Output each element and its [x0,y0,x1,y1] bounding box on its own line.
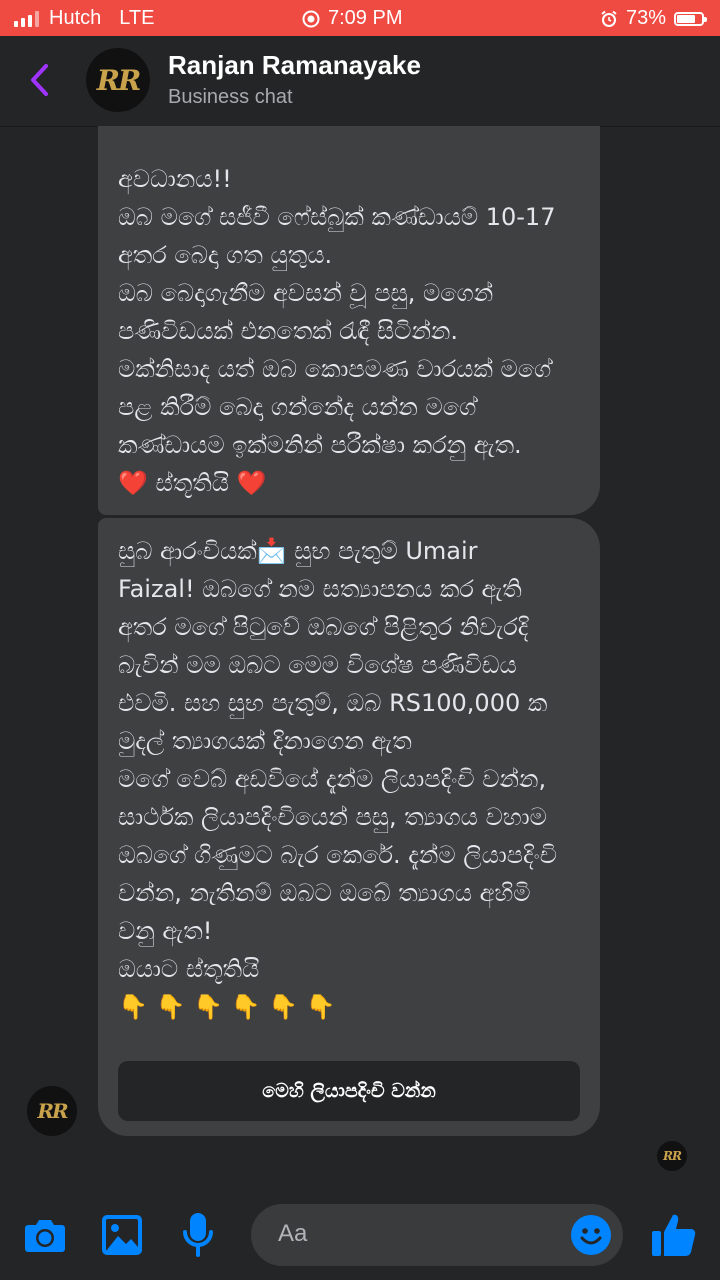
signal-icon [14,10,39,27]
message-line: ඔබගේ ගිණුමට බැර කෙරේ. දැන්ම ලියාපදිංචි [118,841,557,869]
message-line: ❤️ ස්තූතියි ❤️ [118,464,580,502]
message-line: පළ කිරීම් බෙදා ගන්නේද යන්න මගේ [118,393,477,421]
message-line: වන්න, නැතිනම් ඔබට ඔබේ ත්‍යාගය අහිමි [118,879,531,907]
message-line: මුදල් ත්‍යාගයක් දිනාගෙන ඇත [118,727,412,755]
clock-time: 7:09 PM [328,7,403,29]
message-composer: Aa [0,1190,720,1280]
battery-icon [674,11,707,26]
input-placeholder: Aa [278,1220,308,1247]
emoji-face-icon [580,1228,602,1245]
message-line: සාර්ථක ලියාපදිංචියෙන් පසු, ත්‍යාගය වහාම [118,803,547,831]
battery-fill [677,14,695,23]
avatar-logo: RR [37,1099,68,1123]
pointing-down-icons: 👇 👇 👇 👇 👇 👇 [118,993,336,1021]
avatar-logo: RR [96,63,142,97]
message-input[interactable]: Aa [251,1204,623,1266]
register-button[interactable]: මෙහි ලියාපදිංචි වන්න [118,1061,580,1121]
gallery-icon[interactable] [101,1214,143,1256]
message-line: කණ්ඩායම ඉක්මනින් පරීක්ෂා කරනු ඇත. [118,431,522,459]
avatar-logo: RR [663,1149,682,1163]
camera-icon[interactable] [24,1216,66,1254]
chat-header: RR Ranjan Ramanayake Business chat [0,36,720,127]
screen-record-icon [302,10,320,27]
thanks-text: ස්තූතියි [155,469,230,497]
message-line: ඔබ බෙදාගැනීම අවසන් වූ පසු, මගෙන් [118,279,494,307]
message-line: අතර මගේ පිටුවේ ඔබගේ පිළිතුර නිවැරදි [118,613,529,641]
microphone-icon[interactable] [182,1212,214,1258]
status-bar: Hutch LTE 7:09 PM 73% [0,0,720,36]
message-line: අතර බෙදා ගත යුතුය. [118,241,333,269]
like-icon[interactable] [651,1212,697,1258]
alarm-icon [601,10,617,27]
message-line: එවමි. සහ සුභ පැතුම්, ඔබ RS100,000 ක [118,689,548,717]
message-line: වනු ඇත! [118,917,213,945]
carrier-label: Hutch [49,7,102,29]
contact-subtitle: Business chat [168,86,293,108]
heart-icon: ❤️ [236,469,267,497]
message-line: අවධානය!! [118,165,232,193]
back-icon[interactable] [26,62,56,98]
heart-icon: ❤️ [118,469,148,497]
avatar[interactable]: RR [86,48,150,112]
message-line: ඔයාට ස්තූතියි [118,955,260,983]
message-line: මක්නිසාද යත් ඔබ කොපමණ වාරයක් මගේ [118,355,552,383]
message-line: Faizal! ඔබගේ නම සත්‍යාපනය කර ඇති [118,575,522,603]
message-line: බැවින් මම ඔබට මෙම විශේෂ පණිවිඩය [118,651,517,679]
read-receipt-avatar: RR [657,1141,687,1171]
message-line: පණිවිඩයක් එනතෙක් රැඳී සිටින්න. [118,317,459,345]
sender-avatar[interactable]: RR [27,1086,77,1136]
message-line: සුබ ආරංචියක්📩 සුභ පැතුම් Umair [118,537,478,565]
message-bubble: අවධානය!! ඔබ මගේ සජීවී ෆේස්බුක් කණ්ඩායම් … [98,126,600,515]
message-line: මගේ වෙබ් අඩවියේ දැන්ම ලියාපදිංචි වන්න, [118,765,547,793]
contact-name[interactable]: Ranjan Ramanayake [168,50,421,81]
network-label: LTE [119,7,155,29]
emoji-icon[interactable] [571,1215,611,1255]
message-bubble: සුබ ආරංචියක්📩 සුභ පැතුම් Umair Faizal! ඔ… [98,518,600,1136]
battery-percent: 73% [625,7,666,29]
message-line: ඔබ මගේ සජීවී ෆේස්බුක් කණ්ඩායම් 10-17 [118,203,556,231]
